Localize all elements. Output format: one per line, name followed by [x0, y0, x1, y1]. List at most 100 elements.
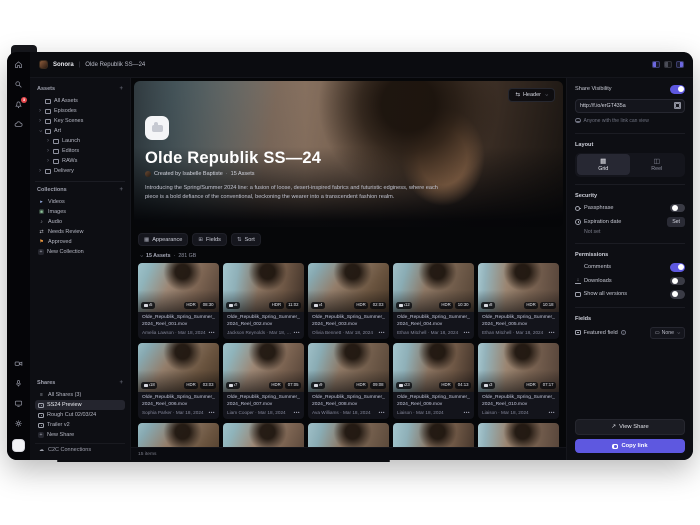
- asset-card[interactable]: 9 HDR 09:08 Olde_Republik_Spring_Summer_2…: [308, 343, 389, 419]
- appearance-button[interactable]: ▦ Appearance: [138, 233, 189, 246]
- add-asset-icon[interactable]: +: [119, 86, 123, 92]
- microphone-icon[interactable]: [14, 379, 23, 388]
- share-url-field[interactable]: [575, 98, 685, 113]
- add-collection-icon[interactable]: +: [119, 187, 123, 193]
- asset-card[interactable]: 18 HDR 03:03 Olde_Republik_Spring_Summer_…: [138, 343, 219, 419]
- sidebar-item-needs-review[interactable]: ⇄ Needs Review: [35, 227, 125, 237]
- more-options-icon[interactable]: •••: [294, 410, 300, 415]
- sidebar-item-delivery[interactable]: › Delivery: [35, 166, 125, 176]
- downloads-toggle[interactable]: [670, 276, 685, 285]
- sort-button[interactable]: ⇅ Sort: [230, 233, 261, 246]
- sidebar-item-trailer-v2[interactable]: Trailer v2: [35, 420, 125, 430]
- sidebar-item-episodes[interactable]: › Episodes: [35, 106, 125, 116]
- asset-card[interactable]: 4 HDR 02:03 Olde_Republik_Spring_Summer_2…: [308, 263, 389, 339]
- video-thumbnail[interactable]: [138, 423, 219, 447]
- notifications-bell-icon[interactable]: 3: [14, 97, 27, 109]
- video-thumbnail[interactable]: 4 HDR 02:03: [308, 263, 389, 312]
- video-thumbnail[interactable]: [308, 423, 389, 447]
- sidebar-item-new-collection[interactable]: + New Collection: [35, 247, 125, 257]
- asset-filename[interactable]: Olde_Republik_Spring_Summer_2024_Reel_00…: [308, 392, 389, 409]
- sidebar-item-rough-cut[interactable]: Rough Cut 02/03/24: [35, 410, 125, 420]
- asset-card[interactable]: 23 HDR 04:13 Olde_Republik_Spring_Summer_…: [393, 343, 474, 419]
- sidebar-item-ss24-preview[interactable]: SS24 Preview: [35, 400, 125, 410]
- sidebar-item-new-share[interactable]: + New Share: [35, 430, 125, 440]
- asset-filename[interactable]: Olde_Republik_Spring_Summer_2024_Reel_00…: [393, 312, 474, 329]
- video-thumbnail[interactable]: 7 HDR 07:05: [223, 343, 304, 392]
- sidebar-item-approved[interactable]: ⚑ Approved: [35, 237, 125, 247]
- asset-card[interactable]: 3 HDR 07:17 Olde_Republik_Spring_Summer_2…: [478, 343, 559, 419]
- monitor-icon[interactable]: [14, 399, 23, 408]
- sidebar-item-videos[interactable]: ▸ Videos: [35, 197, 125, 207]
- share-url-input[interactable]: [580, 102, 675, 109]
- camera-icon[interactable]: [14, 359, 23, 368]
- sidebar-item-all-shares[interactable]: ≡ All Shares (3): [35, 390, 125, 400]
- video-thumbnail[interactable]: 5 HDR 08:30: [138, 263, 219, 312]
- assets-summary-row[interactable]: › 15 Assets · 281 GB: [131, 250, 566, 263]
- comments-toggle[interactable]: [670, 263, 685, 272]
- video-thumbnail[interactable]: 9 HDR 09:08: [308, 343, 389, 392]
- toggle-left-panel-icon[interactable]: [652, 61, 660, 68]
- asset-filename[interactable]: Olde_Republik_Spring_Summer_2024_Reel_00…: [138, 312, 219, 329]
- versions-toggle[interactable]: [670, 290, 685, 299]
- asset-filename[interactable]: Olde_Republik_Spring_Summer_2024_Reel_00…: [308, 312, 389, 329]
- breadcrumb[interactable]: Olde Republik SS—24: [85, 62, 145, 68]
- asset-filename[interactable]: Olde_Republik_Spring_Summer_2024_Reel_00…: [478, 312, 559, 329]
- video-thumbnail[interactable]: [393, 423, 474, 447]
- more-options-icon[interactable]: •••: [379, 330, 385, 335]
- asset-filename[interactable]: Olde_Republik_Spring_Summer_2024_Reel_01…: [478, 392, 559, 409]
- sidebar-item-all-assets[interactable]: All Assets: [35, 96, 125, 106]
- video-thumbnail[interactable]: 18 HDR 03:03: [138, 343, 219, 392]
- app-name[interactable]: Sonora: [53, 62, 74, 68]
- video-thumbnail[interactable]: 12 HDR 10:30: [393, 263, 474, 312]
- asset-card[interactable]: 7 HDR 07:05 Olde_Republik_Spring_Summer_2…: [223, 343, 304, 419]
- more-options-icon[interactable]: •••: [294, 330, 300, 335]
- settings-gear-icon[interactable]: [14, 419, 23, 428]
- layout-reel-option[interactable]: ◫ Reel: [630, 154, 684, 175]
- more-options-icon[interactable]: •••: [464, 410, 470, 415]
- sidebar-item-images[interactable]: ▣ Images: [35, 207, 125, 217]
- c2c-connections[interactable]: ☁ C2C Connections: [35, 443, 125, 456]
- view-share-button[interactable]: ↗ View Share: [575, 419, 685, 435]
- sidebar-item-launch[interactable]: › Launch: [35, 136, 125, 146]
- cloud-upload-icon[interactable]: [14, 120, 23, 129]
- asset-filename[interactable]: Olde_Republik_Spring_Summer_2024_Reel_00…: [393, 392, 474, 409]
- more-options-icon[interactable]: •••: [549, 410, 555, 415]
- more-options-icon[interactable]: •••: [549, 330, 555, 335]
- asset-card[interactable]: 6 HDR 11:02 Olde_Republik_Spring_Summer_2…: [223, 263, 304, 339]
- video-thumbnail[interactable]: 8 HDR 10:18: [478, 263, 559, 312]
- asset-filename[interactable]: Olde_Republik_Spring_Summer_2024_Reel_00…: [138, 392, 219, 409]
- passphrase-toggle[interactable]: [670, 203, 685, 212]
- more-options-icon[interactable]: •••: [464, 330, 470, 335]
- sidebar-item-art[interactable]: › Art: [35, 126, 125, 136]
- search-icon[interactable]: [14, 80, 23, 89]
- toggle-right-panel-icon[interactable]: [676, 61, 684, 68]
- sidebar-item-audio[interactable]: ♪ Audio: [35, 217, 125, 227]
- share-visibility-toggle[interactable]: [670, 85, 685, 94]
- layout-grid-option[interactable]: ▦ Grid: [576, 154, 630, 175]
- featured-field-dropdown[interactable]: ▭ None ›: [649, 326, 685, 339]
- add-share-icon[interactable]: +: [119, 380, 123, 386]
- set-expiration-button[interactable]: Set: [667, 217, 685, 227]
- toggle-center-panel-icon[interactable]: [664, 61, 672, 68]
- video-thumbnail[interactable]: [223, 423, 304, 447]
- video-thumbnail[interactable]: 23 HDR 04:13: [393, 343, 474, 392]
- more-options-icon[interactable]: •••: [379, 410, 385, 415]
- asset-card[interactable]: 12 HDR 10:30 Olde_Republik_Spring_Summer_…: [393, 263, 474, 339]
- asset-filename[interactable]: Olde_Republik_Spring_Summer_2024_Reel_00…: [223, 312, 304, 329]
- video-thumbnail[interactable]: 3 HDR 07:17: [478, 343, 559, 392]
- more-options-icon[interactable]: •••: [209, 330, 215, 335]
- asset-filename[interactable]: Olde_Republik_Spring_Summer_2024_Reel_00…: [223, 392, 304, 409]
- home-icon[interactable]: [14, 60, 23, 69]
- sidebar-item-raws[interactable]: › RAWs: [35, 156, 125, 166]
- copy-link-button[interactable]: Copy link: [575, 439, 685, 453]
- video-thumbnail[interactable]: [478, 423, 559, 447]
- sidebar-item-key-scenes[interactable]: › Key Scenes: [35, 116, 125, 126]
- copy-url-icon[interactable]: [674, 102, 681, 109]
- video-thumbnail[interactable]: 6 HDR 11:02: [223, 263, 304, 312]
- asset-card[interactable]: 5 HDR 08:30 Olde_Republik_Spring_Summer_2…: [138, 263, 219, 339]
- sidebar-item-editors[interactable]: › Editors: [35, 146, 125, 156]
- workspace-avatar[interactable]: [12, 439, 25, 452]
- fields-button[interactable]: ⊞ Fields: [192, 233, 227, 246]
- header-dropdown-button[interactable]: ⇆ Header ›: [508, 88, 555, 102]
- asset-card[interactable]: 8 HDR 10:18 Olde_Republik_Spring_Summer_2…: [478, 263, 559, 339]
